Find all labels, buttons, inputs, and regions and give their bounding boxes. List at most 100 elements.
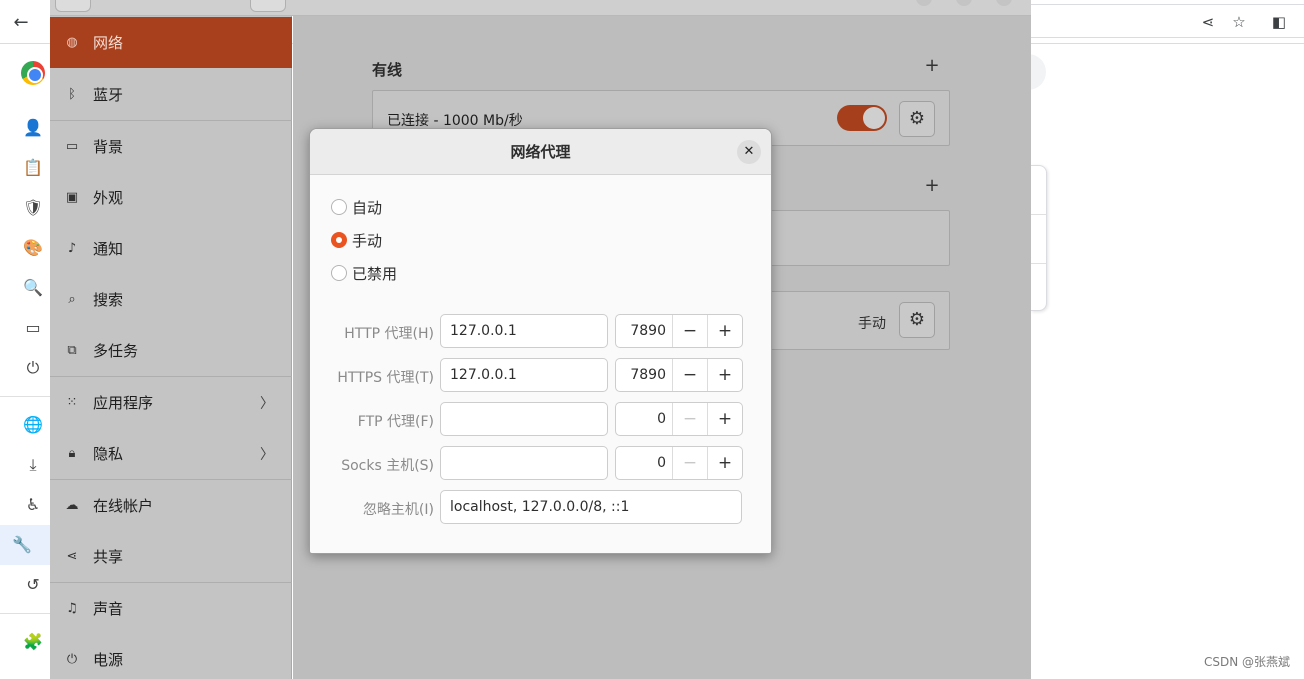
sidebar-item-sharing[interactable]: ⋖ 共享 bbox=[50, 531, 292, 582]
wrench-icon[interactable]: 🔧 bbox=[0, 525, 50, 565]
close-icon[interactable]: ✕ bbox=[737, 140, 761, 164]
sidebar-item-applications[interactable]: ⁙ 应用程序 〉 bbox=[50, 377, 292, 428]
cloud-icon: ☁ bbox=[65, 497, 79, 513]
rail-divider bbox=[0, 613, 50, 614]
accessibility-icon[interactable]: ♿ bbox=[22, 494, 44, 516]
sidebar-item-label: 在线帐户 bbox=[93, 497, 154, 515]
back-arrow-icon[interactable]: ← bbox=[10, 12, 32, 34]
https-port-value[interactable]: 7890 bbox=[616, 359, 672, 391]
menu-button[interactable] bbox=[250, 0, 286, 12]
radio-manual[interactable]: 手动 bbox=[331, 229, 382, 251]
radio-button[interactable] bbox=[331, 199, 347, 215]
rail-divider bbox=[0, 396, 50, 397]
sidebar-item-sound[interactable]: ♫ 声音 bbox=[50, 583, 292, 634]
sidebar-item-multitasking[interactable]: ⧉ 多任务 bbox=[50, 325, 292, 376]
wired-settings-gear-icon[interactable]: ⚙ bbox=[899, 101, 935, 137]
history-icon[interactable]: ↺ bbox=[22, 574, 44, 596]
clipboard-icon[interactable]: 📋 bbox=[22, 157, 44, 179]
sidebar-item-network[interactable]: ◍ 网络 bbox=[50, 17, 292, 68]
settings-headerbar bbox=[50, 0, 1031, 16]
wired-toggle[interactable] bbox=[837, 105, 887, 131]
radio-button[interactable] bbox=[331, 265, 347, 281]
sidebar-item-label: 共享 bbox=[93, 548, 124, 566]
plus-icon[interactable]: + bbox=[707, 315, 742, 347]
globe-icon[interactable]: 🌐 bbox=[22, 414, 44, 436]
ftp-host-input[interactable] bbox=[440, 402, 608, 436]
chevron-right-icon: 〉 bbox=[260, 396, 274, 412]
radio-label: 自动 bbox=[352, 198, 383, 217]
sidebar-item-search[interactable]: ⌕ 搜索 bbox=[50, 274, 292, 325]
close-window-icon[interactable] bbox=[996, 0, 1012, 6]
palette-icon[interactable]: 🎨 bbox=[22, 237, 44, 259]
maximize-icon[interactable] bbox=[956, 0, 972, 6]
socks-port-spinner: 0 − + bbox=[615, 446, 743, 480]
download-icon[interactable]: ⤓ bbox=[22, 454, 44, 476]
sidebar-item-background[interactable]: ▭ 背景 bbox=[50, 121, 292, 172]
radio-label: 已禁用 bbox=[352, 264, 398, 283]
sidebar-item-power[interactable]: ⏻ 电源 bbox=[50, 634, 292, 679]
settings-sidebar: ◍ 网络 ᛒ 蓝牙 ▭ 背景 ▣ 外观 ♪ 通知 ⌕ 搜索 ⧉ 多任务 ⁙ 应用… bbox=[50, 16, 292, 679]
appearance-icon: ▣ bbox=[65, 189, 79, 205]
plus-icon[interactable]: + bbox=[707, 403, 742, 435]
sidebar-item-privacy[interactable]: 🔒︎ 隐私 〉 bbox=[50, 428, 292, 479]
apps-grid-icon: ⁙ bbox=[66, 394, 78, 410]
https-host-input[interactable]: 127.0.0.1 bbox=[440, 358, 608, 392]
watermark: CSDN @张燕斌 bbox=[1203, 655, 1290, 669]
bell-icon: ♪ bbox=[67, 240, 77, 256]
globe-icon: ◍ bbox=[66, 34, 78, 50]
sidebar-item-notifications[interactable]: ♪ 通知 bbox=[50, 223, 292, 274]
socks-host-label: Socks 主机(S) bbox=[341, 458, 434, 474]
sidebar-item-label: 蓝牙 bbox=[93, 86, 124, 104]
sidebar-item-appearance[interactable]: ▣ 外观 bbox=[50, 172, 292, 223]
ftp-port-value[interactable]: 0 bbox=[616, 403, 672, 435]
side-panel-icon[interactable]: ◧ bbox=[1269, 12, 1289, 32]
sidebar-item-label: 搜索 bbox=[93, 291, 124, 309]
radio-disabled[interactable]: 已禁用 bbox=[331, 262, 397, 284]
shield-icon[interactable]: 🛡 bbox=[22, 197, 44, 219]
socks-host-input[interactable] bbox=[440, 446, 608, 480]
http-port-value[interactable]: 7890 bbox=[616, 315, 672, 347]
https-proxy-label: HTTPS 代理(T) bbox=[337, 370, 434, 386]
http-host-input[interactable]: 127.0.0.1 bbox=[440, 314, 608, 348]
add-wired-icon[interactable]: + bbox=[924, 57, 940, 75]
proxy-settings-gear-icon[interactable]: ⚙ bbox=[899, 302, 935, 338]
http-proxy-label: HTTP 代理(H) bbox=[344, 326, 434, 342]
settings-card bbox=[1031, 165, 1047, 311]
ftp-port-spinner: 0 − + bbox=[615, 402, 743, 436]
socks-port-value[interactable]: 0 bbox=[616, 447, 672, 479]
browser-window-icon[interactable]: ▭ bbox=[22, 317, 44, 339]
radio-label: 手动 bbox=[352, 231, 383, 250]
minus-icon: − bbox=[672, 403, 707, 435]
add-vpn-icon[interactable]: + bbox=[924, 177, 940, 195]
sidebar-item-label: 声音 bbox=[93, 600, 124, 618]
plus-icon[interactable]: + bbox=[707, 447, 742, 479]
chrome-logo-icon bbox=[21, 61, 45, 85]
minus-icon[interactable]: − bbox=[672, 359, 707, 391]
ftp-proxy-label: FTP 代理(F) bbox=[357, 414, 434, 430]
ignore-hosts-input[interactable]: localhost, 127.0.0.0/8, ::1 bbox=[440, 490, 742, 524]
search-icon: ⌕ bbox=[68, 291, 76, 307]
browser-settings-rail: 👤 📋 🛡 🎨 🔍 ▭ ⏻ 🌐 ⤓ ♿ 🔧 ↺ 🧩 bbox=[0, 44, 50, 679]
minimize-icon[interactable] bbox=[916, 0, 932, 6]
minus-icon[interactable]: − bbox=[672, 315, 707, 347]
proxy-status-label: 手动 bbox=[858, 316, 886, 332]
radio-button-selected[interactable] bbox=[331, 232, 347, 248]
wired-section-title: 有线 bbox=[372, 61, 403, 79]
sidebar-item-label: 外观 bbox=[93, 189, 124, 207]
sidebar-item-label: 背景 bbox=[93, 138, 124, 156]
person-icon[interactable]: 👤 bbox=[22, 117, 44, 139]
plus-icon[interactable]: + bbox=[707, 359, 742, 391]
sidebar-item-bluetooth[interactable]: ᛒ 蓝牙 bbox=[50, 69, 292, 120]
share-icon[interactable]: ⋖ bbox=[1198, 12, 1218, 32]
search-button[interactable] bbox=[55, 0, 91, 12]
search-icon[interactable]: 🔍 bbox=[22, 277, 44, 299]
sidebar-item-online-accounts[interactable]: ☁ 在线帐户 bbox=[50, 480, 292, 531]
ignore-hosts-label: 忽略主机(I) bbox=[362, 502, 434, 518]
bookmark-star-icon[interactable]: ☆ bbox=[1229, 12, 1249, 32]
extension-puzzle-icon[interactable]: 🧩 bbox=[22, 631, 44, 653]
radio-automatic[interactable]: 自动 bbox=[331, 196, 382, 218]
address-bar[interactable] bbox=[1031, 4, 1304, 38]
dialog-title: 网络代理 bbox=[510, 143, 571, 161]
dialog-header: 网络代理 ✕ bbox=[310, 129, 771, 175]
power-icon[interactable]: ⏻ bbox=[22, 357, 44, 379]
